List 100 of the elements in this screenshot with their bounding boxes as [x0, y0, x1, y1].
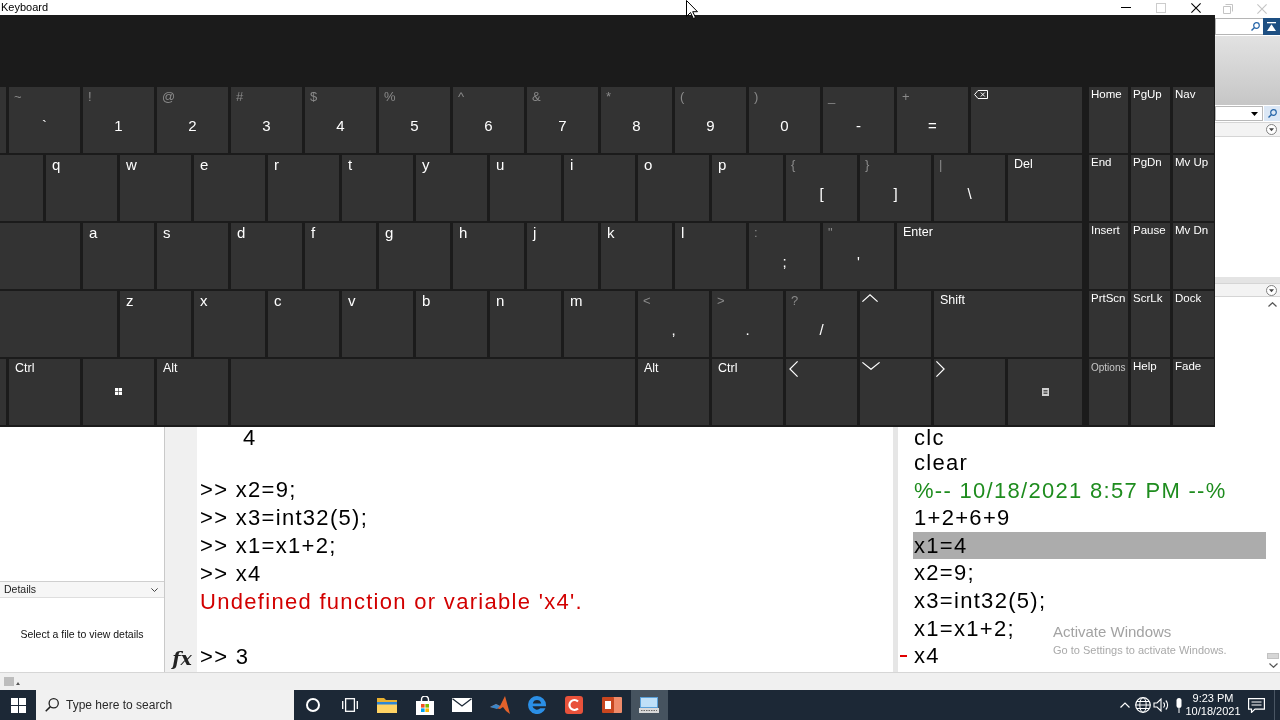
history-entry[interactable]: 1+2+6+9 [913, 504, 1011, 532]
keyboard-key[interactable]: v [342, 291, 413, 357]
keyboard-key[interactable]: e [194, 155, 265, 221]
keyboard-key[interactable]: ! 1 [83, 87, 154, 153]
keyboard-key[interactable]: Enter [897, 223, 1082, 289]
notification-icon[interactable] [1247, 697, 1265, 713]
keyboard-key[interactable]: l [675, 223, 746, 289]
clock-time: 9:23 PM [1192, 692, 1234, 705]
clock-date: 10/18/2021 [1185, 705, 1241, 718]
keyboard-key[interactable]: Insert [1089, 223, 1128, 289]
keyboard-key[interactable]: % 5 [379, 87, 450, 153]
keyboard-key[interactable]: Help [1131, 359, 1170, 425]
keyboard-key[interactable]: Home [1089, 87, 1128, 153]
keyboard-key[interactable]: Ctrl [9, 359, 80, 425]
history-entry[interactable]: x1=x1+2; [913, 614, 1015, 643]
keyboard-key[interactable]: _ - [823, 87, 894, 153]
grip-icon[interactable] [4, 677, 20, 686]
keyboard-key[interactable]: Fade [1173, 359, 1214, 425]
keyboard-key[interactable]: Mv Up [1173, 155, 1214, 221]
history-entry[interactable]: x3=int32(5); [913, 586, 1047, 615]
scroll-thumb[interactable] [1267, 653, 1279, 659]
keyboard-key[interactable]: Nav [1173, 87, 1214, 153]
globe-icon[interactable] [1135, 697, 1151, 713]
keyboard-key[interactable]: j [527, 223, 598, 289]
speaker-icon[interactable] [1153, 698, 1169, 712]
keyboard-key[interactable]: a [83, 223, 154, 289]
keyboard-key[interactable]: s [157, 223, 228, 289]
keyboard-key[interactable]: ScrLk [1131, 291, 1170, 357]
keyboard-key[interactable]: ) 0 [749, 87, 820, 153]
keyboard-key[interactable]: * 8 [601, 87, 672, 153]
keyboard-key[interactable]: m [564, 291, 635, 357]
session-header[interactable]: %-- 10/18/2021 8:57 PM --% [913, 476, 1227, 505]
keyboard-key[interactable]: > . [712, 291, 783, 357]
keyboard-key[interactable]: ? / [786, 291, 857, 357]
keyboard-key[interactable]: : ; [749, 223, 820, 289]
keyboard-key[interactable]: PgDn [1131, 155, 1170, 221]
keyboard-key[interactable]: d [231, 223, 302, 289]
taskbar-app-button[interactable] [630, 690, 668, 720]
collapse-button[interactable] [1263, 18, 1280, 35]
keyboard-key[interactable]: Shift [934, 291, 1082, 357]
chevron-up-icon[interactable] [1268, 302, 1277, 307]
keyboard-key[interactable]: i [564, 155, 635, 221]
keyboard-key[interactable]: z [120, 291, 191, 357]
backspace-icon [974, 90, 988, 99]
function-browser-button[interactable]: fx [171, 644, 193, 672]
keyboard-key[interactable]: c [268, 291, 339, 357]
keyboard-key[interactable]: f [305, 223, 376, 289]
keyboard-key[interactable]: o [638, 155, 709, 221]
keyboard-key[interactable]: k [601, 223, 672, 289]
keyboard-key[interactable]: w [120, 155, 191, 221]
keyboard-key[interactable]: Options [1089, 359, 1128, 425]
chevron-left-icon [789, 361, 798, 377]
keyboard-key[interactable]: } ] [860, 155, 931, 221]
history-entry[interactable]: x1=4 [913, 531, 1266, 560]
keyboard-key[interactable]: h [453, 223, 524, 289]
microphone-icon[interactable] [1175, 697, 1183, 713]
keyboard-key[interactable]: b [416, 291, 487, 357]
history-entry[interactable]: clear [913, 449, 969, 477]
keyboard-key[interactable]: ~ ` [9, 87, 80, 153]
address-field[interactable] [1215, 106, 1263, 121]
circle-chevron-icon[interactable] [1266, 284, 1277, 296]
history-entry[interactable]: clc [913, 427, 945, 449]
keyboard-key[interactable]: r [268, 155, 339, 221]
keyboard-key[interactable]: ^ 6 [453, 87, 524, 153]
keyboard-key[interactable]: PrtScn [1089, 291, 1128, 357]
keyboard-key[interactable]: t [342, 155, 413, 221]
keyboard-key[interactable]: g [379, 223, 450, 289]
search-field[interactable] [1215, 18, 1263, 35]
keyboard-key[interactable]: q [46, 155, 117, 221]
keyboard-key[interactable]: Pause [1131, 223, 1170, 289]
keyboard-key[interactable]: @ 2 [157, 87, 228, 153]
keyboard-key[interactable]: Alt [157, 359, 228, 425]
details-header[interactable]: Details [0, 581, 164, 598]
keyboard-key[interactable]: Del [1008, 155, 1082, 221]
chevron-down-icon[interactable] [1268, 663, 1278, 668]
keyboard-key[interactable]: < , [638, 291, 709, 357]
keyboard-key[interactable]: Ctrl [712, 359, 783, 425]
keyboard-key[interactable]: Alt [638, 359, 709, 425]
keyboard-key[interactable]: + = [897, 87, 968, 153]
circle-chevron-icon[interactable] [1266, 124, 1277, 135]
search-button[interactable] [1264, 106, 1280, 121]
keyboard-key[interactable]: Dock [1173, 291, 1214, 357]
keyboard-key[interactable]: { [ [786, 155, 857, 221]
keyboard-key[interactable]: u [490, 155, 561, 221]
keyboard-key[interactable]: PgUp [1131, 87, 1170, 153]
keyboard-key[interactable]: y [416, 155, 487, 221]
history-entry[interactable]: x2=9; [913, 559, 975, 587]
keyboard-key[interactable]: p [712, 155, 783, 221]
keyboard-key[interactable]: End [1089, 155, 1128, 221]
keyboard-key[interactable]: $ 4 [305, 87, 376, 153]
keyboard-key[interactable]: Mv Dn [1173, 223, 1214, 289]
keyboard-key[interactable]: n [490, 291, 561, 357]
keyboard-key[interactable]: " ' [823, 223, 894, 289]
search-field[interactable]: Type here to search [36, 690, 294, 720]
keyboard-key[interactable]: & 7 [527, 87, 598, 153]
keyboard-key[interactable]: x [194, 291, 265, 357]
keyboard-key[interactable]: # 3 [231, 87, 302, 153]
keyboard-key[interactable]: ( 9 [675, 87, 746, 153]
keyboard-key[interactable]: | \ [934, 155, 1005, 221]
history-entry[interactable]: x4 [913, 642, 940, 670]
